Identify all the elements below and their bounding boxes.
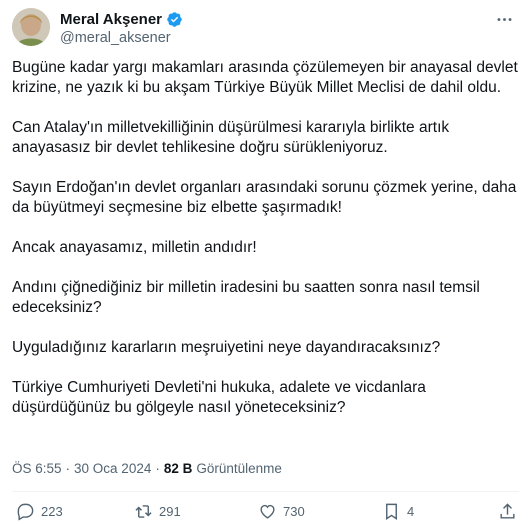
tweet-text: Bugüne kadar yargı makamları arasında çö… [12,58,522,438]
retweet-button[interactable]: 291 [134,502,181,521]
bookmark-button[interactable]: 4 [382,502,414,521]
views-count: 82 B [163,461,193,476]
tweet-paragraph: Ancak anayasamız, milletin andıdır! [12,239,257,256]
tweet-header: Meral Akşener @meral_aksener [12,8,519,48]
divider [12,491,519,492]
meta-separator: · [155,461,160,476]
tweet-paragraph: Uyguladığınız kararların meşruiyetini ne… [12,339,441,356]
verified-badge-icon [167,11,182,27]
like-icon [260,504,275,519]
tweet-time[interactable]: ÖS 6:55 [12,461,62,476]
avatar[interactable] [12,8,50,46]
meta-separator: · [65,461,71,476]
action-bar: 223 291 730 4 [12,502,519,524]
profile-photo-icon [12,8,50,46]
views-label: Görüntülenme [196,461,282,476]
retweet-icon [135,505,152,518]
reply-button[interactable]: 223 [16,502,63,521]
handle[interactable]: @meral_aksener [60,30,183,46]
bookmark-icon [386,503,397,520]
tweet-paragraph: Andını çiğnediğiniz bir milletin iradesi… [12,279,485,316]
more-icon[interactable] [489,8,519,30]
tweet-paragraph: Türkiye Cumhuriyeti Devleti'ni hukuka, a… [12,379,431,416]
tweet-paragraph: Can Atalay'ın milletvekilliğinin düşürül… [12,119,454,156]
tweet-meta: ÖS 6:55 · 30 Oca 2024 · 82 B Görüntülenm… [12,461,282,476]
reply-icon [17,503,34,521]
tweet-paragraph: Bugüne kadar yargı makamları arasında çö… [12,59,523,96]
tweet-date[interactable]: 30 Oca 2024 [74,461,151,476]
share-button[interactable] [498,502,517,521]
tweet-paragraph: Sayın Erdoğan'ın devlet organları arasın… [12,179,521,216]
like-button[interactable]: 730 [258,502,305,521]
display-name[interactable]: Meral Akşener [60,11,162,28]
share-icon [500,503,515,519]
